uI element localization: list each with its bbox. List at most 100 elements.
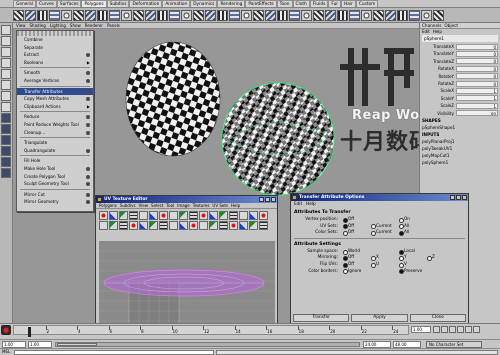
shelf-tool-icon[interactable] [229, 9, 240, 21]
radio-current[interactable]: Current [371, 223, 392, 230]
radio-on[interactable]: On [399, 216, 410, 223]
radio-local[interactable]: Local [399, 248, 415, 255]
toolbox-tool-icon[interactable] [1, 47, 11, 57]
shelf-tool-icon[interactable] [109, 9, 120, 21]
channel-attr-value[interactable]: 0 [456, 73, 498, 80]
shelf-tab-subdivs[interactable]: Subdivs [106, 0, 130, 7]
uv-tool-icon[interactable] [199, 221, 208, 230]
uv-tool-icon[interactable] [99, 221, 108, 230]
menu-item-reduce[interactable]: Reduce [17, 113, 93, 121]
shelf-tool-icon[interactable] [313, 9, 324, 21]
current-frame-field[interactable]: 1.00 [411, 326, 431, 333]
viewport-menu-renderer[interactable]: Renderer [85, 23, 103, 28]
input-node[interactable]: polyTweakUV1 [420, 145, 500, 152]
uv-tool-icon[interactable] [119, 211, 128, 220]
channel-attr-value[interactable]: 1 [456, 102, 498, 109]
menu-item-make-hole-tool[interactable]: Make Hole Tool [17, 165, 93, 173]
shelf-tab-polygons[interactable]: Polygons [81, 0, 107, 7]
radio-v[interactable]: V [399, 261, 407, 268]
shelf-tab-curves[interactable]: Curves [35, 0, 57, 7]
uv-tool-icon[interactable] [119, 221, 128, 230]
menu-item-average-vertices[interactable]: Average Vertices [17, 77, 93, 85]
shape-node[interactable]: pSphereShape1 [420, 124, 500, 131]
shelf-tool-icon[interactable] [181, 9, 192, 21]
shelf-tab-custom[interactable]: Custom [355, 0, 379, 7]
menu-item-clipboard-actions[interactable]: Clipboard Actions ▶ [17, 103, 93, 111]
menu-item-fill-hole[interactable]: Fill Hole [17, 157, 93, 165]
shelf-tool-icon[interactable] [169, 9, 180, 21]
shelf-tool-icon[interactable] [325, 9, 336, 21]
viewport-menu-panels[interactable]: Panels [107, 23, 120, 28]
channel-attr-value[interactable]: 0 [456, 43, 498, 50]
shelf-tab-deformation[interactable]: Deformation [129, 0, 163, 7]
shelf-tool-icon[interactable] [301, 9, 312, 21]
go-to-end-button[interactable] [473, 326, 480, 333]
shelf-tool-icon[interactable] [397, 9, 408, 21]
radio-x[interactable]: X [371, 254, 379, 261]
shelf-tool-icon[interactable] [121, 9, 132, 21]
menu-item-combine[interactable]: Combine [17, 36, 93, 44]
shelf-tool-icon[interactable] [373, 9, 384, 21]
uv-menu-image[interactable]: Image [177, 203, 190, 208]
radio-all[interactable]: All [399, 223, 409, 230]
shelf-tool-icon[interactable] [277, 9, 288, 21]
shelf-tab-general[interactable]: General [13, 0, 36, 7]
option-box-icon[interactable] [86, 71, 90, 76]
uv-tool-icon[interactable] [129, 211, 138, 220]
step-forward-button[interactable] [465, 326, 472, 333]
radio-off[interactable]: Off [343, 254, 354, 261]
close-button[interactable] [271, 197, 276, 202]
channel-attr-value[interactable]: on [456, 110, 498, 117]
option-box-icon[interactable] [86, 115, 90, 120]
channel-attr-name[interactable]: RotateZ [420, 80, 456, 87]
option-box-icon[interactable] [86, 182, 90, 187]
shelf-tool-icon[interactable] [289, 9, 300, 21]
uv-tool-icon[interactable] [239, 211, 248, 220]
radio-y[interactable]: Y [399, 254, 407, 261]
channel-attr-value[interactable]: 0 [456, 58, 498, 65]
menu-item-extract[interactable]: Extract [17, 51, 93, 59]
shelf-tool-icon[interactable] [253, 9, 264, 21]
play-forward-button[interactable] [457, 326, 464, 333]
toolbox-tool-icon[interactable] [1, 146, 11, 156]
uv-tool-icon[interactable] [169, 211, 178, 220]
option-box-icon[interactable] [86, 130, 90, 135]
radio-off[interactable]: Off [343, 223, 354, 230]
shelf-tool-icon[interactable] [361, 9, 372, 21]
channel-attr-value[interactable]: 0 [456, 51, 498, 58]
uv-menu-select[interactable]: Select [151, 203, 163, 208]
channel-attr-name[interactable]: TranslateZ [420, 58, 456, 65]
channel-attr-value[interactable]: 1 [456, 88, 498, 95]
radio-u[interactable]: U [371, 261, 379, 268]
playback-end-field[interactable]: 24.00 [363, 341, 391, 348]
toolbox-tool-icon[interactable] [1, 168, 11, 178]
uv-menu-polygons[interactable]: Polygons [99, 203, 117, 208]
channel-attr-name[interactable]: ScaleZ [420, 102, 456, 109]
shelf-tab-animation[interactable]: Animation [162, 0, 191, 7]
uv-tool-icon[interactable] [259, 211, 268, 220]
radio-off[interactable]: Off [343, 216, 354, 223]
menu-item-booleans[interactable]: Booleans ▶ [17, 59, 93, 67]
radio-current[interactable]: Current [371, 229, 392, 236]
shelf-tool-icon[interactable] [13, 9, 24, 21]
toolbox-tool-icon[interactable] [1, 25, 11, 35]
channel-attr-value[interactable]: 0 [456, 65, 498, 72]
shelf-tab-cloth[interactable]: Cloth [292, 0, 310, 7]
shelf-tab-dynamics[interactable]: Dynamics [190, 0, 218, 7]
radio-world[interactable]: World [343, 248, 360, 255]
uv-tool-icon[interactable] [259, 221, 268, 230]
shelf-tab-rendering[interactable]: Rendering [217, 0, 246, 7]
option-box-icon[interactable] [86, 97, 90, 102]
close-button[interactable]: Close [409, 314, 466, 322]
uv-tool-icon[interactable] [109, 221, 118, 230]
menu-item-copy-mesh-attributes[interactable]: Copy Mesh Attributes [17, 95, 93, 103]
uv-tool-icon[interactable] [139, 221, 148, 230]
shelf-tool-icon[interactable] [433, 9, 444, 21]
shelf-tab-toon[interactable]: Toon [276, 0, 293, 7]
channel-attr-name[interactable]: RotateX [420, 65, 456, 72]
input-node[interactable]: polySphere1 [420, 159, 500, 166]
shelf-tool-icon[interactable] [265, 9, 276, 21]
shelf-tool-icon[interactable] [409, 9, 420, 21]
shelf-tool-icon[interactable] [25, 9, 36, 21]
channel-attr-name[interactable]: TranslateY [420, 50, 456, 57]
